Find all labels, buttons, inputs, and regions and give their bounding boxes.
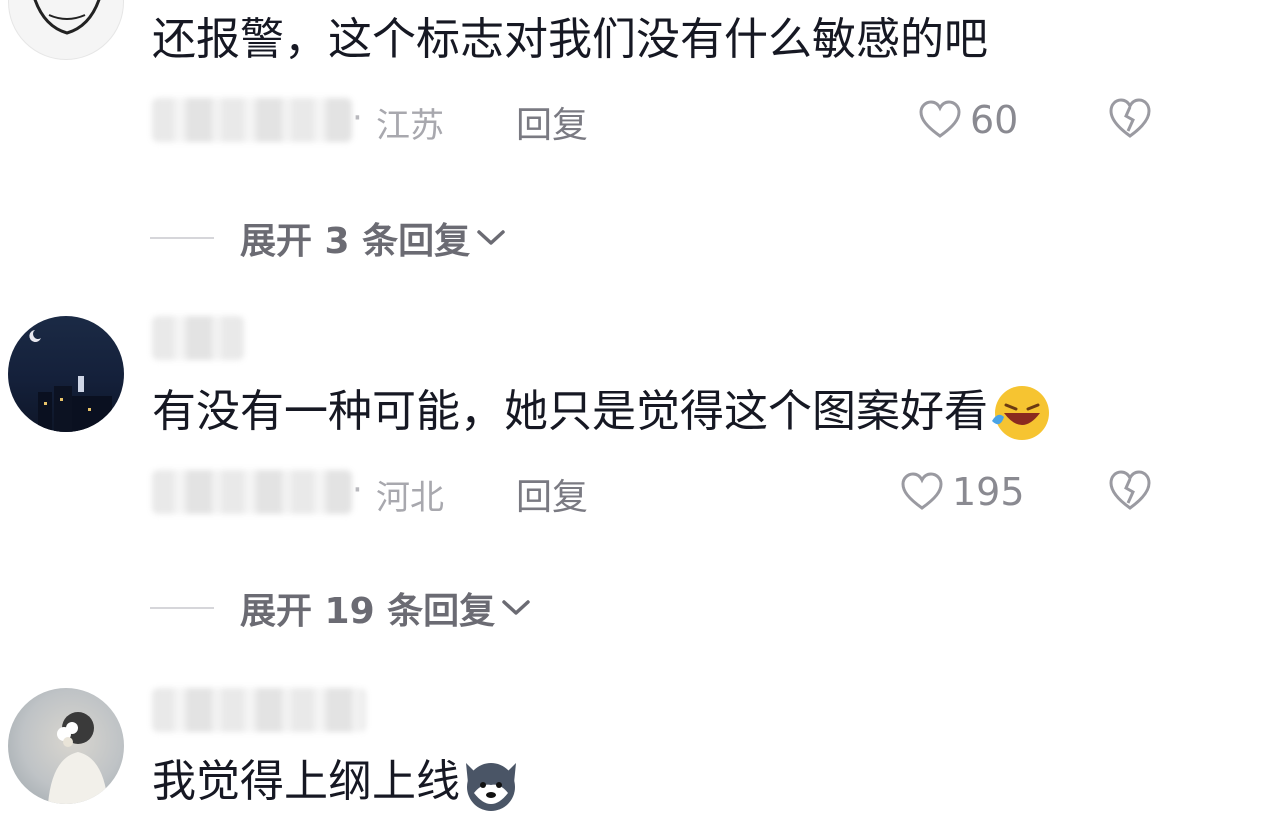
expand-replies-button[interactable]: 展开 3 条回复 bbox=[150, 212, 506, 264]
cartoon-avatar-icon bbox=[33, 0, 101, 35]
expand-replies-button[interactable]: 展开 19 条回复 bbox=[150, 582, 531, 634]
comment-text: 我觉得上纲上线 bbox=[152, 752, 522, 815]
comment-text-body: 有没有一种可能，她只是觉得这个图案好看 bbox=[152, 386, 988, 437]
avatar[interactable] bbox=[8, 0, 124, 60]
divider-line bbox=[150, 237, 214, 239]
like-count: 195 bbox=[952, 470, 1025, 514]
like-button[interactable]: 195 bbox=[900, 470, 1025, 514]
dislike-button[interactable] bbox=[1108, 470, 1152, 516]
avatar[interactable] bbox=[8, 316, 124, 432]
username-blurred[interactable] bbox=[152, 688, 366, 732]
reply-button[interactable]: 回复 bbox=[516, 468, 588, 520]
husky-dog-emoji-icon bbox=[466, 763, 516, 811]
ip-location: 河北 bbox=[376, 478, 444, 518]
comment-text: 还报警，这个标志对我们没有什么敏感的吧 bbox=[152, 14, 988, 65]
dislike-button[interactable] bbox=[1108, 98, 1152, 144]
divider-line bbox=[150, 607, 214, 609]
broken-heart-icon bbox=[1109, 470, 1151, 510]
expand-replies-label: 展开 3 条回复 bbox=[240, 221, 471, 262]
avatar[interactable] bbox=[8, 688, 124, 804]
night-scene-avatar-icon bbox=[29, 330, 112, 432]
reply-button[interactable]: 回复 bbox=[516, 96, 588, 148]
heart-icon bbox=[901, 472, 943, 510]
chevron-down-icon bbox=[502, 600, 530, 615]
broken-heart-icon bbox=[1109, 98, 1151, 138]
heart-icon bbox=[919, 100, 961, 138]
username-blurred[interactable] bbox=[152, 316, 244, 360]
comment-text-body: 我觉得上纲上线 bbox=[152, 756, 460, 807]
username-blurred[interactable] bbox=[152, 470, 352, 514]
like-count: 60 bbox=[970, 98, 1019, 142]
username-blurred[interactable] bbox=[152, 98, 352, 142]
like-button[interactable]: 60 bbox=[918, 98, 1018, 142]
comment-text: 有没有一种可能，她只是觉得这个图案好看 bbox=[152, 382, 1052, 445]
portrait-avatar-icon bbox=[48, 712, 108, 804]
ip-location: 江苏 bbox=[376, 106, 444, 146]
meta-separator: · bbox=[352, 470, 363, 510]
meta-separator: · bbox=[352, 98, 363, 138]
expand-replies-label: 展开 19 条回复 bbox=[240, 591, 496, 632]
laughing-crying-emoji-icon bbox=[992, 386, 1049, 440]
chevron-down-icon bbox=[477, 230, 505, 245]
